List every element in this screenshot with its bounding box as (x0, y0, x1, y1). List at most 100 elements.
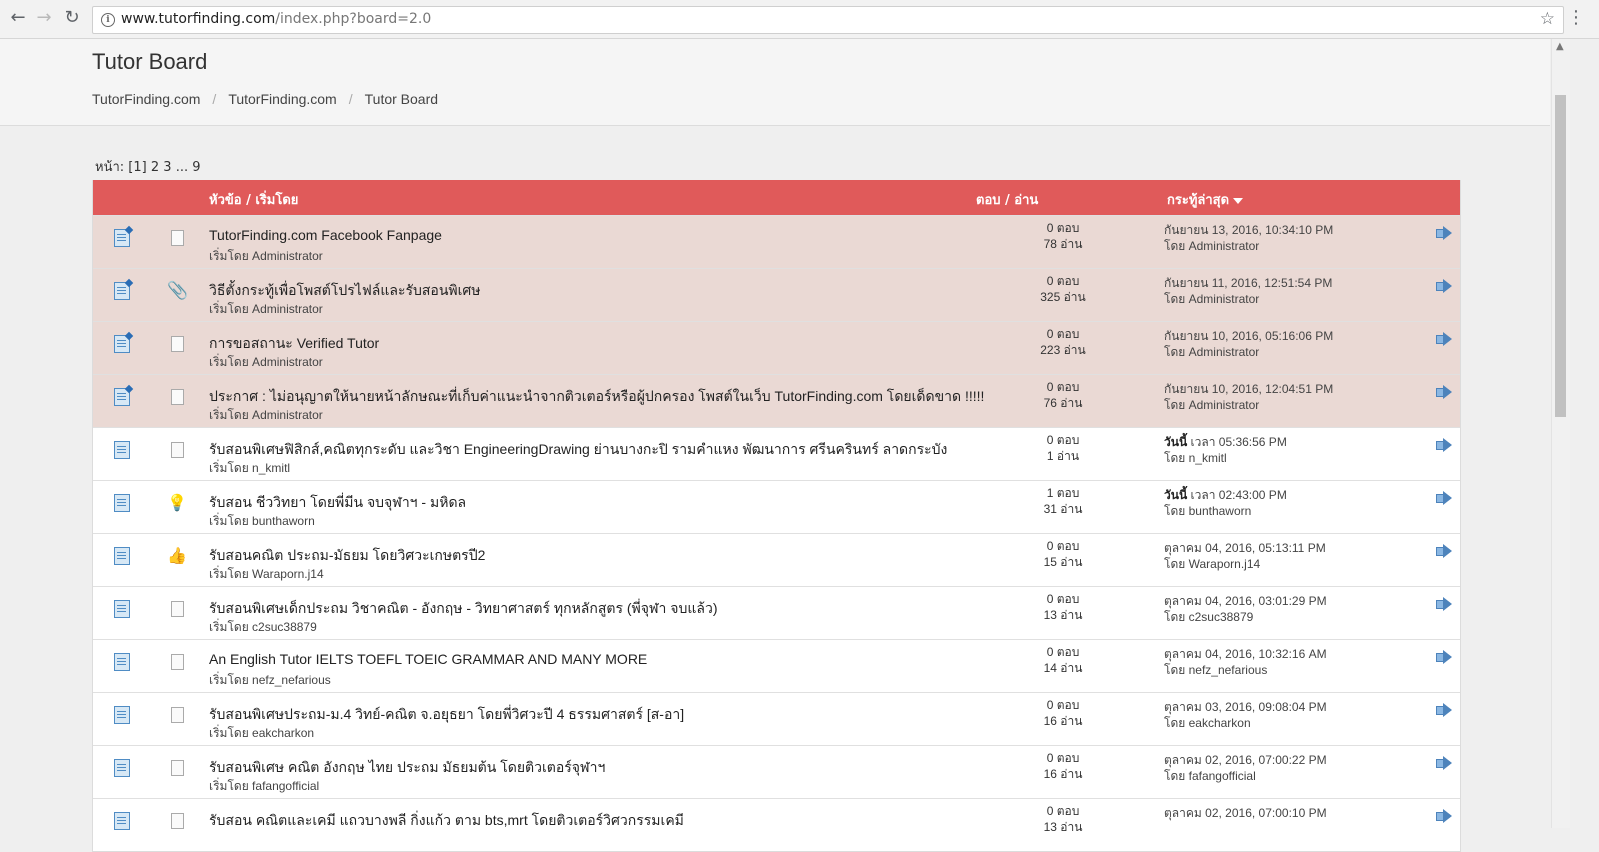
lastpost-date[interactable]: กันยายน 13, 2016, 10:34:10 PM (1164, 223, 1333, 237)
forward-arrow-icon[interactable]: → (32, 6, 56, 30)
column-replies-header[interactable]: ตอบ / อ่าน (976, 189, 1038, 210)
topic-started-by[interactable]: เริ่มโดย bunthaworn (209, 512, 315, 531)
topic-started-by[interactable]: เริ่มโดย eakcharkon (209, 724, 314, 743)
topic-started-by[interactable]: เริ่มโดย Administrator (209, 300, 323, 319)
topic-started-by[interactable]: เริ่มโดย nefz_nefarious (209, 671, 331, 690)
pagination-ellipsis[interactable]: ... (176, 160, 188, 175)
address-bar[interactable]: i www.tutorfinding.com/index.php?board=2… (92, 6, 1564, 34)
site-info-icon[interactable]: i (101, 13, 115, 27)
lastpost-author[interactable]: โดย fafangofficial (1164, 768, 1327, 784)
table-header: หัวข้อ / เริ่มโดย ตอบ / อ่าน กระทู้ล่าสุ… (93, 180, 1460, 215)
topic-row: รับสอนพิเศษฟิสิกส์,คณิตทุกระดับ และวิชา … (93, 427, 1460, 480)
topic-subject-link[interactable]: ประกาศ : ไม่อนุญาตให้นายหน้าลักษณะที่เก็… (209, 386, 984, 408)
scrollbar-thumb[interactable] (1555, 95, 1566, 417)
lastpost-date[interactable]: กันยายน 10, 2016, 05:16:06 PM (1164, 329, 1333, 343)
lastpost-date[interactable]: ตุลาคม 02, 2016, 07:00:22 PM (1164, 753, 1327, 767)
goto-last-post-icon[interactable] (1436, 703, 1452, 717)
pagination-page-3[interactable]: 3 (163, 160, 171, 175)
reply-count: 0 ตอบ (1046, 592, 1080, 606)
column-subject-header[interactable]: หัวข้อ / เริ่มโดย (209, 189, 298, 210)
lastpost-date[interactable]: เวลา 02:43:00 PM (1191, 488, 1287, 502)
pagination-page-2[interactable]: 2 (151, 160, 159, 175)
reply-view-counts: 0 ตอบ 13 อ่าน (1013, 803, 1113, 835)
topic-started-by[interactable]: เริ่มโดย c2suc38879 (209, 618, 317, 637)
goto-last-post-icon[interactable] (1436, 756, 1452, 770)
topic-started-by[interactable]: เริ่มโดย Administrator (209, 406, 323, 425)
topic-icon (114, 759, 130, 777)
address-url[interactable]: www.tutorfinding.com/index.php?board=2.0 (121, 11, 431, 27)
goto-last-post-icon[interactable] (1436, 385, 1452, 399)
pagination-page-last[interactable]: 9 (192, 160, 200, 175)
topic-started-by[interactable]: เริ่มโดย fafangofficial (209, 777, 319, 796)
lastpost-date[interactable]: เวลา 05:36:56 PM (1191, 435, 1287, 449)
topic-subject-link[interactable]: รับสอนพิเศษฟิสิกส์,คณิตทุกระดับ และวิชา … (209, 439, 947, 461)
lastpost-time-line: ตุลาคม 04, 2016, 03:01:29 PM (1164, 593, 1327, 609)
lastpost-author[interactable]: โดย Administrator (1164, 238, 1333, 254)
lastpost-date[interactable]: ตุลาคม 02, 2016, 07:00:10 PM (1164, 806, 1327, 820)
reply-view-counts: 0 ตอบ 325 อ่าน (1013, 273, 1113, 305)
reload-icon[interactable]: ↻ (60, 6, 84, 30)
breadcrumb-item-board[interactable]: Tutor Board (365, 91, 438, 107)
topic-subject-link[interactable]: รับสอนพิเศษ คณิต อังกฤษ ไทย ประถม มัธยมต… (209, 757, 605, 779)
topic-subject-link[interactable]: การขอสถานะ Verified Tutor (209, 333, 379, 355)
goto-last-post-icon[interactable] (1436, 438, 1452, 452)
lastpost-author[interactable]: โดย c2suc38879 (1164, 609, 1327, 625)
goto-last-post-icon[interactable] (1436, 226, 1452, 240)
lastpost-time-line: ตุลาคม 04, 2016, 10:32:16 AM (1164, 646, 1327, 662)
document-icon (167, 387, 187, 407)
sort-down-icon[interactable] (1233, 197, 1244, 204)
lastpost-date[interactable]: ตุลาคม 04, 2016, 10:32:16 AM (1164, 647, 1327, 661)
breadcrumb-item-forum[interactable]: TutorFinding.com (228, 91, 336, 107)
topic-started-by[interactable]: เริ่มโดย Administrator (209, 247, 323, 266)
lastpost-date[interactable]: กันยายน 11, 2016, 12:51:54 PM (1164, 276, 1332, 290)
lastpost-author[interactable]: โดย eakcharkon (1164, 715, 1327, 731)
topic-subject-link[interactable]: รับสอนพิเศษเด็กประถม วิชาคณิต - อังกฤษ -… (209, 598, 718, 620)
lastpost-time-line: ตุลาคม 02, 2016, 07:00:10 PM (1164, 805, 1327, 821)
pagination: หน้า: [1] 2 3 ... 9 (95, 156, 201, 177)
lastpost-author[interactable]: โดย bunthaworn (1164, 503, 1287, 519)
lastpost-author[interactable]: โดย Administrator (1164, 291, 1332, 307)
page-header: Tutor Board TutorFinding.com / TutorFindin… (0, 39, 1550, 126)
topic-subject-link[interactable]: An English Tutor IELTS TOEFL TOEIC GRAMM… (209, 651, 647, 667)
browser-menu-icon[interactable]: ⋮ (1567, 6, 1585, 30)
back-arrow-icon[interactable]: ← (6, 6, 30, 30)
pagination-label: หน้า: (95, 160, 125, 175)
vertical-scrollbar[interactable]: ▲ (1551, 39, 1570, 828)
lastpost-author[interactable]: โดย Administrator (1164, 344, 1333, 360)
topic-row: An English Tutor IELTS TOEFL TOEIC GRAMM… (93, 639, 1460, 692)
lastpost-date[interactable]: กันยายน 10, 2016, 12:04:51 PM (1164, 382, 1333, 396)
lastpost-date[interactable]: ตุลาคม 04, 2016, 05:13:11 PM (1164, 541, 1326, 555)
goto-last-post-icon[interactable] (1436, 809, 1452, 823)
topic-started-by[interactable]: เริ่มโดย Administrator (209, 353, 323, 372)
breadcrumb-item-home[interactable]: TutorFinding.com (92, 91, 200, 107)
topic-subject-link[interactable]: รับสอน คณิตและเคมี แถวบางพลี กิ่งแก้ว ตา… (209, 810, 684, 832)
lastpost-author[interactable]: โดย nefz_nefarious (1164, 662, 1327, 678)
topic-row: รับสอนพิเศษ คณิต อังกฤษ ไทย ประถม มัธยมต… (93, 745, 1460, 798)
topic-subject-link[interactable]: รับสอน ชีววิทยา โดยพี่มีน จบจุฬาฯ - มหิด… (209, 492, 466, 514)
lastpost-author[interactable]: โดย n_kmitl (1164, 450, 1287, 466)
lastpost-author[interactable]: โดย Administrator (1164, 397, 1333, 413)
topic-subject-link[interactable]: รับสอนพิเศษประถม-ม.4 วิทย์-คณิต จ.อยุธยา… (209, 704, 684, 726)
bookmark-star-icon[interactable]: ☆ (1540, 9, 1555, 29)
view-count: 13 อ่าน (1043, 608, 1083, 622)
column-lastpost-header[interactable]: กระทู้ล่าสุด (1167, 189, 1244, 210)
lastpost-author[interactable]: โดย Waraporn.j14 (1164, 556, 1326, 572)
reply-count: 0 ตอบ (1046, 433, 1080, 447)
reply-view-counts: 0 ตอบ 15 อ่าน (1013, 538, 1113, 570)
lastpost-date[interactable]: ตุลาคม 03, 2016, 09:08:04 PM (1164, 700, 1327, 714)
goto-last-post-icon[interactable] (1436, 597, 1452, 611)
lastpost-date[interactable]: ตุลาคม 04, 2016, 03:01:29 PM (1164, 594, 1327, 608)
topic-started-by[interactable]: เริ่มโดย Waraporn.j14 (209, 565, 324, 584)
topic-subject-link[interactable]: รับสอนคณิต ประถม-มัธยม โดยวิศวะเกษตรปี2 (209, 545, 485, 567)
scroll-up-arrow-icon[interactable]: ▲ (1556, 41, 1564, 52)
goto-last-post-icon[interactable] (1436, 650, 1452, 664)
goto-last-post-icon[interactable] (1436, 491, 1452, 505)
goto-last-post-icon[interactable] (1436, 332, 1452, 346)
topic-subject-link[interactable]: TutorFinding.com Facebook Fanpage (209, 227, 442, 243)
topic-subject-link[interactable]: วิธีตั้งกระทู้เพื่อโพสต์โปรไฟล์และรับสอน… (209, 280, 481, 302)
goto-last-post-icon[interactable] (1436, 544, 1452, 558)
topic-started-by[interactable]: เริ่มโดย n_kmitl (209, 459, 290, 478)
goto-last-post-icon[interactable] (1436, 279, 1452, 293)
view-count: 1 อ่าน (1046, 449, 1080, 463)
last-post-info: กันยายน 10, 2016, 12:04:51 PM โดย Adminis… (1164, 381, 1333, 413)
